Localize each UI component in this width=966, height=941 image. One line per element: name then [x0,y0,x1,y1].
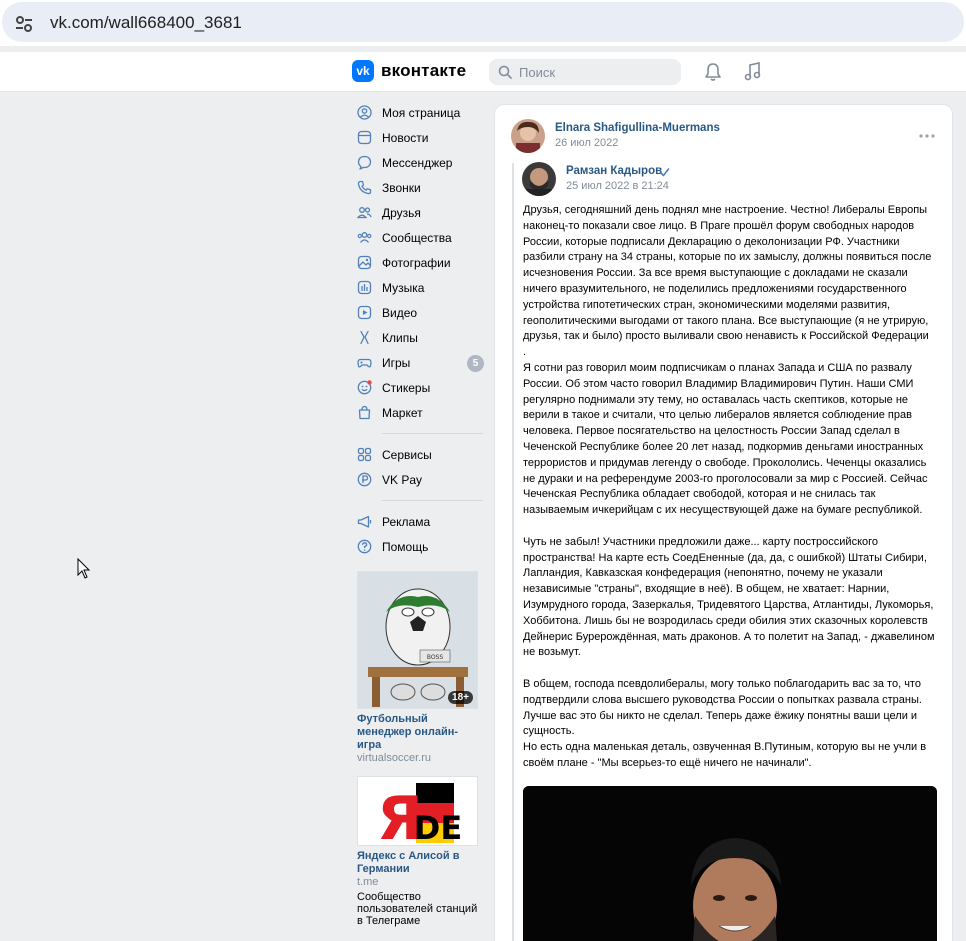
post-text: Друзья, сегодняшний день поднял мне наст… [523,204,935,769]
sidebar-item-games[interactable]: Игры 5 [352,350,488,375]
yandex-de-logo-image: Я DE [358,777,477,846]
help-icon [357,539,372,554]
stickers-icon [357,380,372,395]
vk-logo-icon[interactable]: vk [352,60,374,82]
sidebar-item-label: Игры [382,356,411,370]
sidebar-item-label: Друзья [382,206,421,220]
sidebar-item-video[interactable]: Видео [352,300,488,325]
repost-author-name[interactable]: Рамзан Кадыров [566,165,662,177]
ad-image-text: BOSS [427,654,444,661]
vk-header: vk вконтакте Поиск [0,52,966,92]
verified-check-icon [659,168,670,177]
sidebar-item-help[interactable]: Помощь [352,534,488,559]
sidebar-item-label: Фотографии [382,256,451,270]
sidebar-item-clips[interactable]: Клипы [352,325,488,350]
search-placeholder: Поиск [519,65,556,80]
ad-football-manager[interactable]: BOSS 18+ Футбольный менеджер онлайн-игра… [357,571,479,765]
post-photo-image [523,786,937,941]
sidebar-item-label: Сервисы [382,448,432,462]
ad-title[interactable]: Яндекс с Алисой в Германии [357,850,479,876]
sidebar-item-label: VK Pay [382,473,423,487]
sidebar-item-message[interactable]: Мессенджер [352,150,488,175]
site-settings-icon[interactable] [12,12,36,36]
address-bar[interactable]: vk.com/wall668400_3681 [2,2,964,42]
more-options-icon[interactable] [918,127,936,145]
ad-image-football[interactable]: BOSS 18+ [357,571,478,709]
communities-icon [357,232,372,243]
sidebar-item-user-circle[interactable]: Моя страница [352,100,488,125]
avatar-elnara[interactable] [511,119,545,153]
ad-description: Сообщество пользователей станций в Телег… [357,891,478,927]
ad-domain[interactable]: virtualsoccer.ru [357,752,479,765]
ad-domain[interactable]: t.me [357,876,479,889]
nav-divider [382,433,483,434]
sidebar-item-label: Стикеры [382,381,431,395]
sidebar-item-news[interactable]: Новости [352,125,488,150]
age-rating-badge: 18+ [448,691,473,704]
sidebar-item-label: Сообщества [382,231,452,245]
ad-image-de: DE [414,809,462,846]
football-mascot-image: BOSS [358,572,477,708]
music-icon [357,280,372,295]
left-sidebar-nav: Моя страница Новости Мессенджер Звонки Друзь… [352,100,488,559]
sidebar-item-communities[interactable]: Сообщества [352,225,488,250]
sidebar-item-label: Звонки [382,181,421,195]
search-icon [498,65,512,79]
photo-icon [357,255,372,270]
sidebar-item-phone[interactable]: Звонки [352,175,488,200]
post-photo[interactable] [523,786,937,941]
ad-yandex-alice[interactable]: Я DE Яндекс с Алисой в Германии t.me Соо… [357,776,479,927]
sidebar-item-label: Маркет [382,406,423,420]
sidebar-item-label: Моя страница [382,106,461,120]
notification-count-badge: 5 [467,355,484,372]
avatar-ramzan[interactable] [522,162,556,196]
post-author-name[interactable]: Elnara Shafigullina-Muermans [555,122,720,134]
music-note-icon[interactable] [742,61,764,83]
sidebar-item-label: Музыка [382,281,425,295]
sidebar-item-ads[interactable]: Реклама [352,509,488,534]
wall-post: Elnara Shafigullina-Muermans 26 июл 2022… [494,104,953,941]
ads-icon [357,515,372,528]
clips-icon [360,330,369,345]
sidebar-item-label: Реклама [382,515,431,529]
sidebar-item-vkpay[interactable]: VK Pay [352,467,488,492]
sidebar-item-market[interactable]: Маркет [352,400,488,425]
sidebar-item-label: Видео [382,306,418,320]
sidebar-item-label: Мессенджер [382,156,453,170]
nav-divider [382,500,483,501]
sidebar-item-label: Клипы [382,331,418,345]
services-icon [357,447,372,462]
vkpay-icon [357,472,372,487]
games-icon [357,358,372,368]
search-input[interactable]: Поиск [489,59,681,85]
repost-date[interactable]: 25 июл 2022 в 21:24 [566,180,669,192]
mouse-cursor-icon [77,558,91,579]
news-icon [357,130,372,145]
url-text[interactable]: vk.com/wall668400_3681 [50,13,242,33]
message-icon [357,155,372,170]
friends-icon [357,207,372,219]
sidebar-item-friends[interactable]: Друзья [352,200,488,225]
notifications-bell-icon[interactable] [702,61,724,83]
sidebar-item-music[interactable]: Музыка [352,275,488,300]
sidebar-item-stickers[interactable]: Стикеры [352,375,488,400]
vk-logo-text[interactable]: вконтакте [381,61,466,81]
ad-title[interactable]: Футбольный менеджер онлайн-игра [357,713,479,752]
post-date[interactable]: 26 июл 2022 [555,137,618,149]
sidebar-item-photo[interactable]: Фотографии [352,250,488,275]
sidebar-item-services[interactable]: Сервисы [352,442,488,467]
browser-toolbar: vk.com/wall668400_3681 [0,0,966,46]
ad-image-yandex[interactable]: Я DE [357,776,478,846]
sidebar-item-label: Помощь [382,540,429,554]
video-icon [357,305,372,320]
phone-icon [357,180,372,195]
repost-indicator-line [512,163,514,941]
user-circle-icon [357,105,372,120]
market-icon [358,405,371,420]
sidebar-item-label: Новости [382,131,429,145]
